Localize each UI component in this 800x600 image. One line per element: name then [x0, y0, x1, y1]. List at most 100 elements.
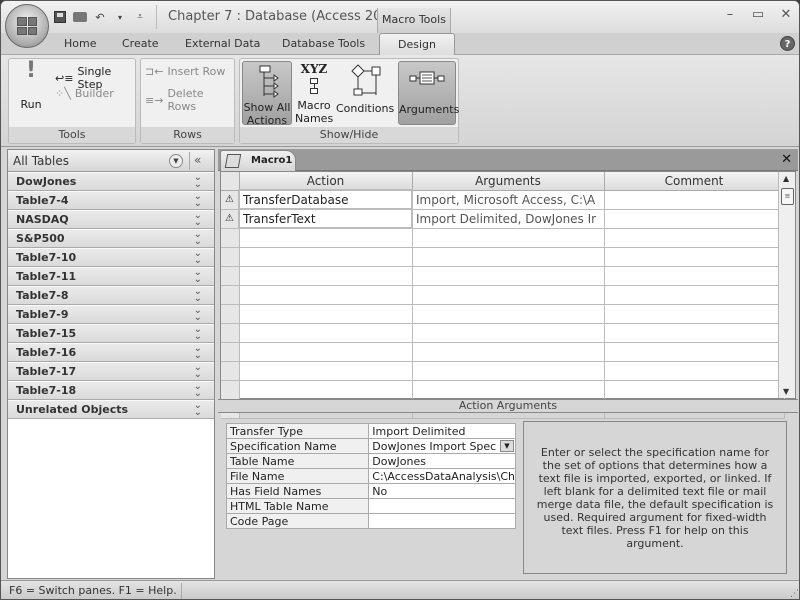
- argument-value-field[interactable]: DowJones: [368, 453, 516, 469]
- minimize-button[interactable]: –: [723, 7, 737, 22]
- nav-group-item[interactable]: Table7-9 ⌄ ⌄: [8, 305, 214, 324]
- action-cell[interactable]: TransferText: [238, 208, 413, 229]
- comment-cell[interactable]: [604, 266, 785, 286]
- expand-chevron-icon[interactable]: ⌄ ⌄: [194, 382, 202, 399]
- action-cell[interactable]: [239, 342, 413, 362]
- argument-value-field[interactable]: DowJones Import Spec ▼: [368, 438, 516, 454]
- expand-chevron-icon[interactable]: ⌄ ⌄: [194, 363, 202, 380]
- comment-cell[interactable]: [604, 380, 785, 400]
- empty-macro-row[interactable]: [221, 228, 785, 248]
- expand-chevron-icon[interactable]: ⌄ ⌄: [194, 192, 202, 209]
- nav-group-item[interactable]: Table7-18 ⌄ ⌄: [8, 381, 214, 400]
- nav-group-item[interactable]: Table7-15 ⌄ ⌄: [8, 324, 214, 343]
- help-icon[interactable]: ?: [780, 36, 795, 51]
- action-cell[interactable]: [239, 285, 413, 305]
- macro-row[interactable]: ⚠ TransferText Import Delimited, DowJone…: [221, 208, 785, 229]
- expand-chevron-icon[interactable]: ⌄ ⌄: [194, 249, 202, 266]
- nav-group-item[interactable]: Table7-11 ⌄ ⌄: [8, 267, 214, 286]
- tab-create[interactable]: Create: [122, 37, 159, 50]
- column-header-action[interactable]: Action: [239, 172, 413, 191]
- undo-dropdown-icon[interactable]: ▾: [113, 10, 127, 24]
- row-selector[interactable]: [221, 247, 240, 267]
- expand-chevron-icon[interactable]: ⌄ ⌄: [194, 211, 202, 228]
- maximize-button[interactable]: ▭: [751, 7, 765, 22]
- argument-value-field[interactable]: [368, 513, 516, 529]
- row-selector[interactable]: [221, 228, 240, 248]
- expand-chevron-icon[interactable]: ⌄ ⌄: [194, 173, 202, 190]
- tab-home[interactable]: Home: [64, 37, 96, 50]
- nav-group-item[interactable]: Table7-17 ⌄ ⌄: [8, 362, 214, 381]
- comment-cell[interactable]: [604, 361, 785, 381]
- action-cell[interactable]: [239, 247, 413, 267]
- row-selector[interactable]: [221, 342, 240, 362]
- comment-cell[interactable]: [604, 209, 785, 229]
- column-header-comment[interactable]: Comment: [604, 172, 785, 191]
- action-cell[interactable]: [239, 323, 413, 343]
- comment-cell[interactable]: [604, 304, 785, 324]
- empty-macro-row[interactable]: [221, 304, 785, 324]
- column-header-arguments[interactable]: Arguments: [412, 172, 605, 191]
- close-button[interactable]: ✕: [779, 7, 793, 22]
- select-all-cell[interactable]: [221, 172, 240, 191]
- print-icon[interactable]: [73, 10, 87, 24]
- action-cell[interactable]: [239, 361, 413, 381]
- expand-chevron-icon[interactable]: ⌄ ⌄: [194, 344, 202, 361]
- collapse-pane-icon[interactable]: «: [194, 153, 201, 167]
- chevron-down-icon[interactable]: ▼: [169, 154, 183, 168]
- comment-cell[interactable]: [604, 228, 785, 248]
- undo-icon[interactable]: ↶: [93, 10, 107, 24]
- comment-cell[interactable]: [604, 342, 785, 362]
- scroll-up-icon[interactable]: ▲: [783, 174, 789, 183]
- empty-macro-row[interactable]: [221, 380, 785, 400]
- comment-cell[interactable]: [604, 285, 785, 305]
- action-cell[interactable]: TransferDatabase: [238, 189, 413, 210]
- action-cell[interactable]: [239, 380, 413, 400]
- run-button[interactable]: ! Run: [13, 60, 49, 123]
- row-selector[interactable]: [221, 361, 240, 381]
- nav-group-item[interactable]: Table7-10 ⌄ ⌄: [8, 248, 214, 267]
- macro-row[interactable]: ⚠ TransferDatabase Import, Microsoft Acc…: [221, 189, 785, 210]
- row-selector[interactable]: [221, 304, 240, 324]
- arguments-button[interactable]: Arguments: [398, 61, 459, 125]
- expand-chevron-icon[interactable]: ⌄ ⌄: [194, 401, 202, 418]
- empty-macro-row[interactable]: [221, 361, 785, 381]
- scroll-down-icon[interactable]: ▼: [783, 387, 789, 396]
- argument-value-field[interactable]: C:\AccessDataAnalysis\Ch: [368, 468, 516, 484]
- nav-group-item[interactable]: S&P500 ⌄ ⌄: [8, 229, 214, 248]
- argument-value-field[interactable]: [368, 498, 516, 514]
- vertical-scrollbar[interactable]: ▲ ≡ ▼: [778, 172, 795, 398]
- nav-group-item[interactable]: Unrelated Objects ⌄ ⌄: [8, 400, 214, 419]
- close-document-icon[interactable]: ✕: [781, 152, 792, 167]
- expand-chevron-icon[interactable]: ⌄ ⌄: [194, 268, 202, 285]
- nav-group-item[interactable]: Table7-16 ⌄ ⌄: [8, 343, 214, 362]
- scroll-thumb[interactable]: ≡: [781, 188, 794, 205]
- conditions-button[interactable]: Conditions: [336, 61, 394, 125]
- row-selector[interactable]: [221, 380, 240, 400]
- row-selector[interactable]: [221, 323, 240, 343]
- tab-macro1[interactable]: Macro1: [220, 150, 296, 171]
- comment-cell[interactable]: [604, 247, 785, 267]
- dropdown-arrow-icon[interactable]: ▼: [500, 440, 514, 452]
- delete-rows-button[interactable]: ≡→ Delete Rows: [145, 87, 234, 113]
- nav-pane-header[interactable]: All Tables ▼ «: [8, 150, 214, 172]
- show-all-actions-button[interactable]: Show All Actions: [242, 61, 292, 127]
- warning-icon[interactable]: ⚠: [221, 209, 240, 229]
- empty-macro-row[interactable]: [221, 342, 785, 362]
- customize-icon[interactable]: ⩡: [133, 10, 147, 24]
- action-cell[interactable]: [239, 304, 413, 324]
- tab-database-tools[interactable]: Database Tools: [282, 37, 365, 50]
- argument-value-field[interactable]: Import Delimited: [368, 423, 516, 439]
- expand-chevron-icon[interactable]: ⌄ ⌄: [194, 306, 202, 323]
- tab-design[interactable]: Design: [379, 33, 455, 56]
- empty-macro-row[interactable]: [221, 247, 785, 267]
- macro-names-button[interactable]: XYZ Macro Names: [295, 61, 333, 126]
- empty-macro-row[interactable]: [221, 266, 785, 286]
- tab-external-data[interactable]: External Data: [185, 37, 260, 50]
- save-icon[interactable]: [53, 10, 67, 24]
- comment-cell[interactable]: [604, 190, 785, 210]
- action-cell[interactable]: [239, 266, 413, 286]
- row-selector[interactable]: [221, 285, 240, 305]
- expand-chevron-icon[interactable]: ⌄ ⌄: [194, 230, 202, 247]
- insert-row-button[interactable]: ⊐← Insert Row: [145, 65, 225, 78]
- nav-group-item[interactable]: Table7-4 ⌄ ⌄: [8, 191, 214, 210]
